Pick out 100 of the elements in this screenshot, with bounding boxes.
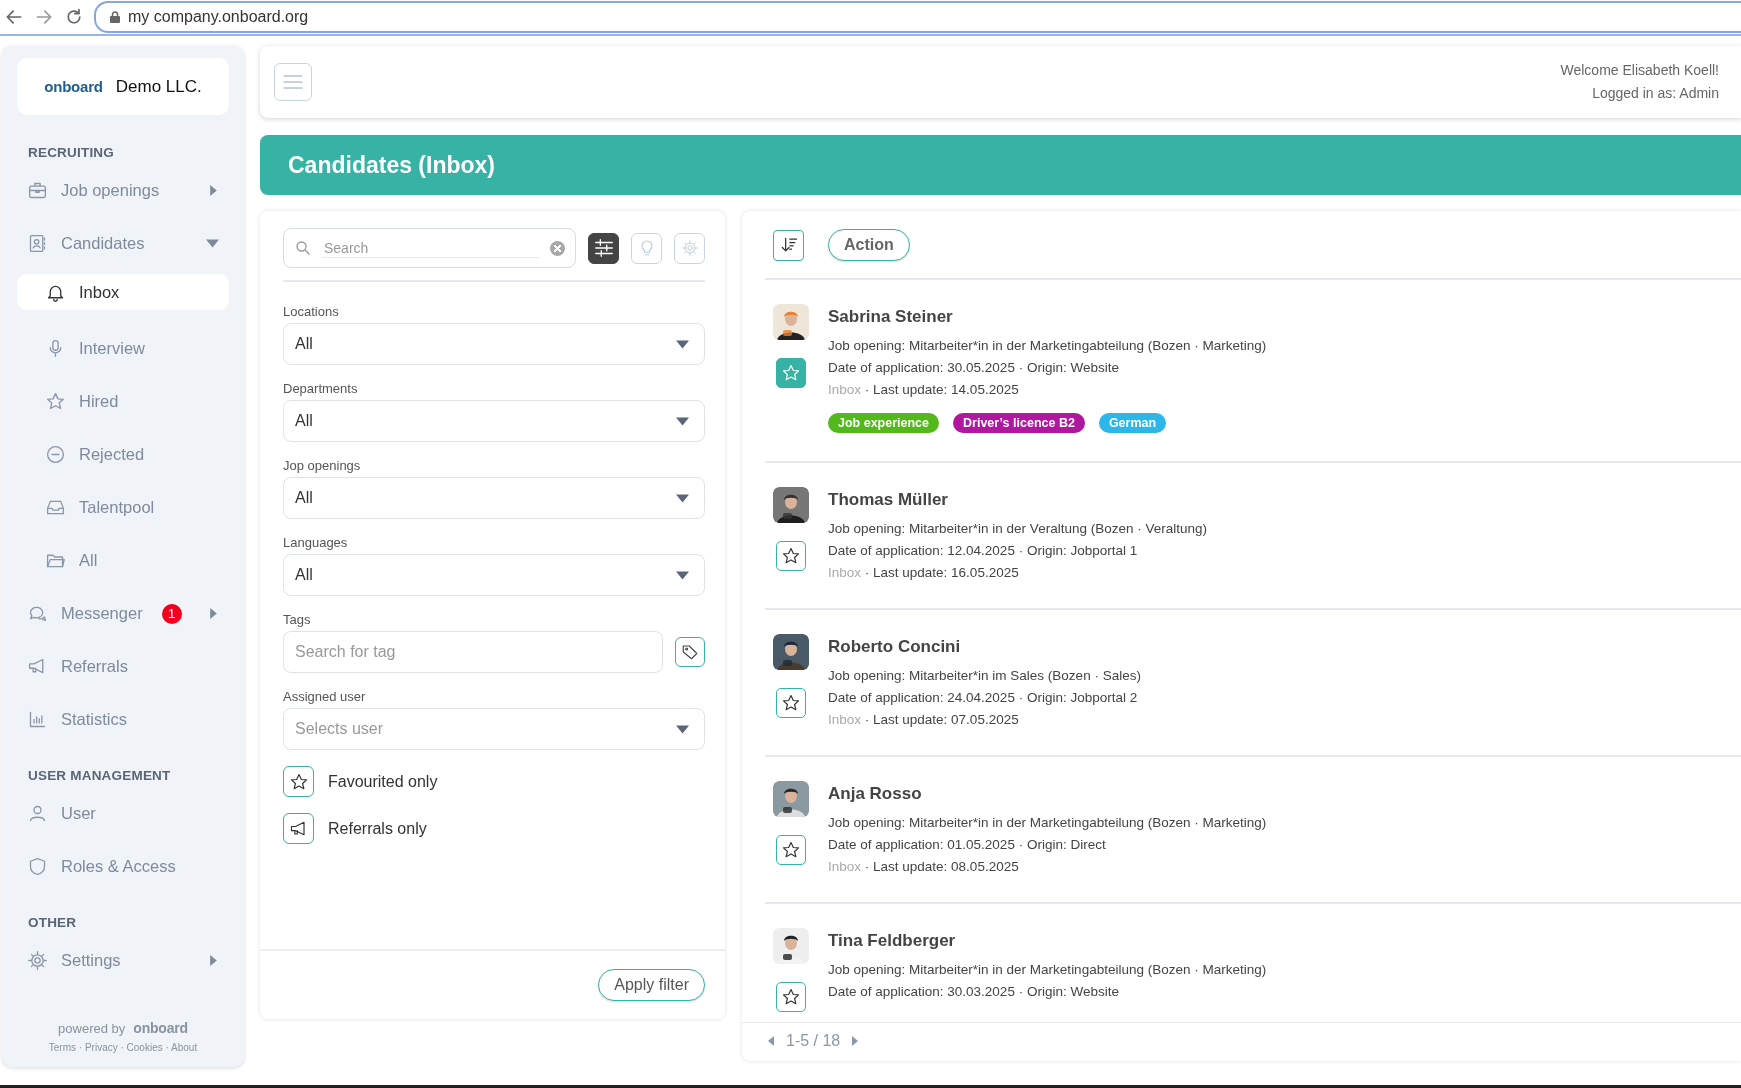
powered-by-text: powered by [58, 1020, 126, 1036]
section-heading: USER MANAGEMENT [28, 768, 172, 783]
nav-item[interactable]: Statistics [17, 693, 229, 746]
nav-item[interactable]: Candidates [17, 217, 229, 270]
search-input[interactable]: Search [322, 238, 540, 258]
star-icon [288, 771, 309, 792]
dropdown[interactable]: All [283, 477, 705, 519]
last-update-text: · Last update: 16.05.2025 [864, 565, 1019, 580]
forward-icon [34, 7, 54, 27]
tag: Job experience [828, 413, 939, 433]
nav-item[interactable]: Hired [17, 375, 229, 428]
nav-item[interactable]: All [17, 534, 229, 587]
dropdown[interactable]: All [283, 554, 705, 596]
star-icon [781, 546, 801, 566]
candidate-name[interactable]: Roberto Concini [828, 637, 1141, 657]
application-date-text: Date of application: 30.03.2025 · Origin: Website [828, 984, 1120, 999]
page-title: Candidates (Inbox) [288, 151, 495, 179]
status-text: Inbox [828, 565, 862, 580]
filter-button[interactable] [588, 232, 619, 264]
nav-item[interactable]: Referrals [17, 640, 229, 693]
star-icon [781, 987, 801, 1007]
nav-item[interactable]: Interview [17, 322, 229, 375]
back-icon [4, 7, 24, 27]
star-icon [45, 391, 66, 412]
application-date-text: Date of application: 12.04.2025 · Origin: Jobportal 1 [828, 543, 1139, 558]
nav-item[interactable]: Rejected [17, 428, 229, 481]
logo: onboard [44, 78, 103, 95]
favourite-button[interactable] [776, 541, 806, 571]
last-update-text: · Last update: 08.05.2025 [864, 859, 1019, 874]
pagination-text: 1-5 / 18 [786, 1032, 841, 1050]
candidate-name[interactable]: Tina Feldberger [828, 931, 1267, 951]
briefcase-icon [27, 180, 48, 201]
last-update-text: · Last update: 07.05.2025 [864, 712, 1019, 727]
candidate-name[interactable]: Sabrina Steiner [828, 307, 1267, 327]
tag: German [1098, 413, 1167, 433]
address-bar[interactable]: my company.onboard.org [94, 1, 1741, 33]
tag-button[interactable] [675, 637, 705, 667]
job-opening-text: Job opening: Mitarbeiter*in in der Marketingabteilung (Bozen · Marketing) [828, 962, 1267, 977]
search-field[interactable]: Search [283, 228, 576, 268]
status-text: Inbox [828, 859, 862, 874]
application-date-text: Date of application: 01.05.2025 · Origin: Direct [828, 837, 1107, 852]
candidate-name[interactable]: Thomas Müller [828, 490, 1207, 510]
search-icon [294, 239, 312, 257]
tag-icon [681, 643, 699, 661]
star-icon [781, 363, 801, 383]
welcome-text: Welcome Elisabeth Koell! [1560, 61, 1719, 80]
notification-badge: 1 [161, 603, 182, 624]
section-heading: OTHER [28, 915, 78, 930]
nav-item[interactable]: User [17, 787, 229, 840]
caret-right-icon [208, 185, 219, 196]
settings-icon [680, 239, 699, 257]
filter-toggle[interactable]: Referrals only [283, 813, 427, 844]
filter-toggle[interactable]: Favourited only [283, 766, 438, 797]
shield-icon [27, 856, 48, 877]
field-label: Jop openings [283, 458, 362, 473]
company-name: Demo LLC. [115, 76, 202, 97]
job-opening-text: Job opening: Mitarbeiter*in in der Marketingabteilung (Bozen · Marketing) [828, 815, 1267, 830]
job-opening-text: Job opening: Mitarbeiter*in in der Marketingabteilung (Bozen · Marketing) [828, 338, 1267, 353]
nav-item[interactable]: Messenger 1 [17, 587, 229, 640]
candidate-name[interactable]: Anja Rosso [828, 784, 1267, 804]
field-label: Locations [283, 304, 340, 319]
sort-button[interactable] [773, 229, 804, 261]
nav-item[interactable]: Job openings [17, 164, 229, 217]
nav-item[interactable]: Roles & Access [17, 840, 229, 893]
action-button[interactable]: Action [828, 229, 910, 261]
field-label: Assigned user [283, 689, 367, 704]
favourite-button[interactable] [776, 982, 806, 1012]
prev-page-icon [766, 1036, 776, 1046]
dropdown[interactable]: Selects user [283, 708, 705, 750]
field-label: Languages [283, 535, 349, 550]
footer-links[interactable]: Terms · Privacy · Cookies · About [48, 1042, 198, 1053]
settings-icon [27, 950, 48, 971]
apply-filter-button[interactable]: Apply filter [598, 969, 705, 1001]
section-heading: RECRUITING [28, 145, 115, 160]
nav-item[interactable]: Talentpool [17, 481, 229, 534]
dropdown[interactable]: All [283, 400, 705, 442]
status-text: Inbox [828, 712, 862, 727]
lock-icon [110, 11, 120, 23]
star-icon [781, 840, 801, 860]
tag-search-field[interactable]: Search for tag [283, 631, 663, 673]
favourite-button[interactable] [776, 688, 806, 718]
contact-card-icon [27, 233, 48, 254]
nav-item[interactable]: Inbox [17, 274, 229, 310]
sliders-icon [592, 237, 615, 259]
footer-logo: onboard [133, 1020, 188, 1036]
reload-icon [64, 7, 84, 27]
favourite-button[interactable] [776, 835, 806, 865]
role-text: Logged in as: Admin [1591, 84, 1719, 103]
minus-circle-icon [45, 444, 66, 465]
tag: Driver’s licence B2 [953, 413, 1085, 433]
caret-down-icon [206, 237, 219, 250]
last-update-text: · Last update: 14.05.2025 [864, 382, 1019, 397]
field-label: Tags [283, 612, 312, 627]
job-opening-text: Job opening: Mitarbeiter*in in der Veraltung (Bozen · Veraltung) [828, 521, 1207, 536]
nav-item[interactable]: Settings [17, 934, 229, 987]
caret-right-icon [208, 608, 219, 619]
dropdown[interactable]: All [283, 323, 705, 365]
star-icon [781, 693, 801, 713]
user-icon [27, 803, 48, 824]
caret-right-icon [208, 955, 219, 966]
